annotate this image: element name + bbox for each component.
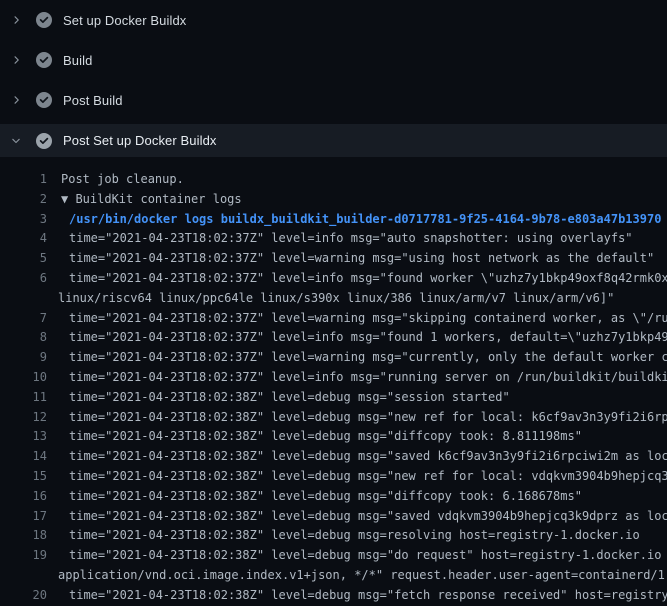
line-number[interactable]: 17: [0, 507, 47, 527]
line-number[interactable]: 4: [0, 229, 47, 249]
log-text: application/vnd.oci.image.index.v1+json,…: [58, 566, 667, 586]
line-number[interactable]: 13: [0, 427, 47, 447]
log-line: 3 /usr/bin/docker logs buildx_buildkit_b…: [0, 210, 667, 230]
log-line: 11 time="2021-04-23T18:02:38Z" level=deb…: [0, 388, 667, 408]
line-number[interactable]: [0, 566, 47, 586]
log-line: 5 time="2021-04-23T18:02:37Z" level=warn…: [0, 249, 667, 269]
step-header-set-up-docker-buildx[interactable]: Set up Docker Buildx: [0, 0, 667, 40]
line-number[interactable]: 7: [0, 309, 47, 329]
log-line: 18 time="2021-04-23T18:02:38Z" level=deb…: [0, 526, 667, 546]
line-number[interactable]: 5: [0, 249, 47, 269]
log-line: 10 time="2021-04-23T18:02:37Z" level=inf…: [0, 368, 667, 388]
log-line: 13 time="2021-04-23T18:02:38Z" level=deb…: [0, 427, 667, 447]
log-text: /usr/bin/docker logs buildx_buildkit_bui…: [69, 210, 667, 230]
log-text: time="2021-04-23T18:02:38Z" level=debug …: [69, 427, 667, 447]
check-circle-icon: [36, 52, 52, 68]
line-number[interactable]: 14: [0, 447, 47, 467]
step-header-post-set-up-docker-buildx[interactable]: Post Set up Docker Buildx: [0, 120, 667, 160]
line-number[interactable]: 2: [0, 190, 47, 210]
log-line: 4 time="2021-04-23T18:02:37Z" level=info…: [0, 229, 667, 249]
line-number[interactable]: 12: [0, 408, 47, 428]
step-title: Set up Docker Buildx: [63, 13, 186, 28]
line-number[interactable]: 10: [0, 368, 47, 388]
log-line: 19 time="2021-04-23T18:02:38Z" level=deb…: [0, 546, 667, 566]
log-text: time="2021-04-23T18:02:38Z" level=debug …: [69, 526, 667, 546]
log-group-toggle: 2 ▼ BuildKit container logs: [0, 190, 667, 210]
line-number[interactable]: 1: [0, 170, 47, 190]
line-number[interactable]: 9: [0, 348, 47, 368]
log-text: time="2021-04-23T18:02:38Z" level=debug …: [69, 507, 667, 527]
log-area: 1 Post job cleanup. 2 ▼ BuildKit contain…: [0, 160, 667, 606]
log-line: 1 Post job cleanup.: [0, 170, 667, 190]
log-text: Post job cleanup.: [61, 170, 667, 190]
log-line: 20 time="2021-04-23T18:02:38Z" level=deb…: [0, 586, 667, 606]
step-title: Build: [63, 53, 92, 68]
chevron-right-icon: [10, 54, 22, 66]
workflow-log-viewer: Set up Docker Buildx Build Post Build: [0, 0, 667, 606]
log-line: 7 time="2021-04-23T18:02:37Z" level=warn…: [0, 309, 667, 329]
line-number[interactable]: 15: [0, 467, 47, 487]
line-number[interactable]: 3: [0, 210, 47, 230]
job-steps-list: Set up Docker Buildx Build Post Build: [0, 0, 667, 160]
log-text: time="2021-04-23T18:02:37Z" level=warnin…: [69, 348, 667, 368]
log-line: 12 time="2021-04-23T18:02:38Z" level=deb…: [0, 408, 667, 428]
log-text: time="2021-04-23T18:02:37Z" level=info m…: [69, 269, 667, 289]
log-text: time="2021-04-23T18:02:37Z" level=warnin…: [69, 309, 667, 329]
step-title: Post Build: [63, 93, 123, 108]
check-circle-icon: [36, 133, 52, 149]
check-circle-icon: [36, 92, 52, 108]
line-number[interactable]: 16: [0, 487, 47, 507]
log-line: application/vnd.oci.image.index.v1+json,…: [0, 566, 667, 586]
log-text: time="2021-04-23T18:02:38Z" level=debug …: [69, 487, 667, 507]
log-text: time="2021-04-23T18:02:38Z" level=debug …: [69, 467, 667, 487]
chevron-right-icon: [10, 94, 22, 106]
log-line: 6 time="2021-04-23T18:02:37Z" level=info…: [0, 269, 667, 289]
line-number[interactable]: 20: [0, 586, 47, 606]
log-text: time="2021-04-23T18:02:37Z" level=info m…: [69, 368, 667, 388]
log-text: time="2021-04-23T18:02:37Z" level=info m…: [69, 229, 667, 249]
line-number[interactable]: 18: [0, 526, 47, 546]
check-circle-icon: [36, 12, 52, 28]
log-line: 17 time="2021-04-23T18:02:38Z" level=deb…: [0, 507, 667, 527]
log-text: time="2021-04-23T18:02:38Z" level=debug …: [69, 586, 667, 606]
step-header-build[interactable]: Build: [0, 40, 667, 80]
line-number[interactable]: [0, 289, 47, 309]
log-text: ▼ BuildKit container logs: [61, 190, 667, 210]
log-line: 14 time="2021-04-23T18:02:38Z" level=deb…: [0, 447, 667, 467]
log-line: 15 time="2021-04-23T18:02:38Z" level=deb…: [0, 467, 667, 487]
log-text: time="2021-04-23T18:02:38Z" level=debug …: [69, 447, 667, 467]
log-text: time="2021-04-23T18:02:38Z" level=debug …: [69, 408, 667, 428]
step-title: Post Set up Docker Buildx: [63, 133, 217, 148]
line-number[interactable]: 19: [0, 546, 47, 566]
line-number[interactable]: 8: [0, 328, 47, 348]
log-text: time="2021-04-23T18:02:37Z" level=warnin…: [69, 249, 667, 269]
log-line: linux/riscv64 linux/ppc64le linux/s390x …: [0, 289, 667, 309]
log-text: time="2021-04-23T18:02:37Z" level=info m…: [69, 328, 667, 348]
step-header-post-build[interactable]: Post Build: [0, 80, 667, 120]
log-text: time="2021-04-23T18:02:38Z" level=debug …: [69, 388, 667, 408]
log-line: 9 time="2021-04-23T18:02:37Z" level=warn…: [0, 348, 667, 368]
chevron-right-icon: [10, 14, 22, 26]
log-text: time="2021-04-23T18:02:38Z" level=debug …: [69, 546, 667, 566]
log-text: linux/riscv64 linux/ppc64le linux/s390x …: [58, 289, 667, 309]
line-number[interactable]: 6: [0, 269, 47, 289]
log-line: 16 time="2021-04-23T18:02:38Z" level=deb…: [0, 487, 667, 507]
chevron-down-icon: [10, 135, 22, 147]
line-number[interactable]: 11: [0, 388, 47, 408]
log-line: 8 time="2021-04-23T18:02:37Z" level=info…: [0, 328, 667, 348]
